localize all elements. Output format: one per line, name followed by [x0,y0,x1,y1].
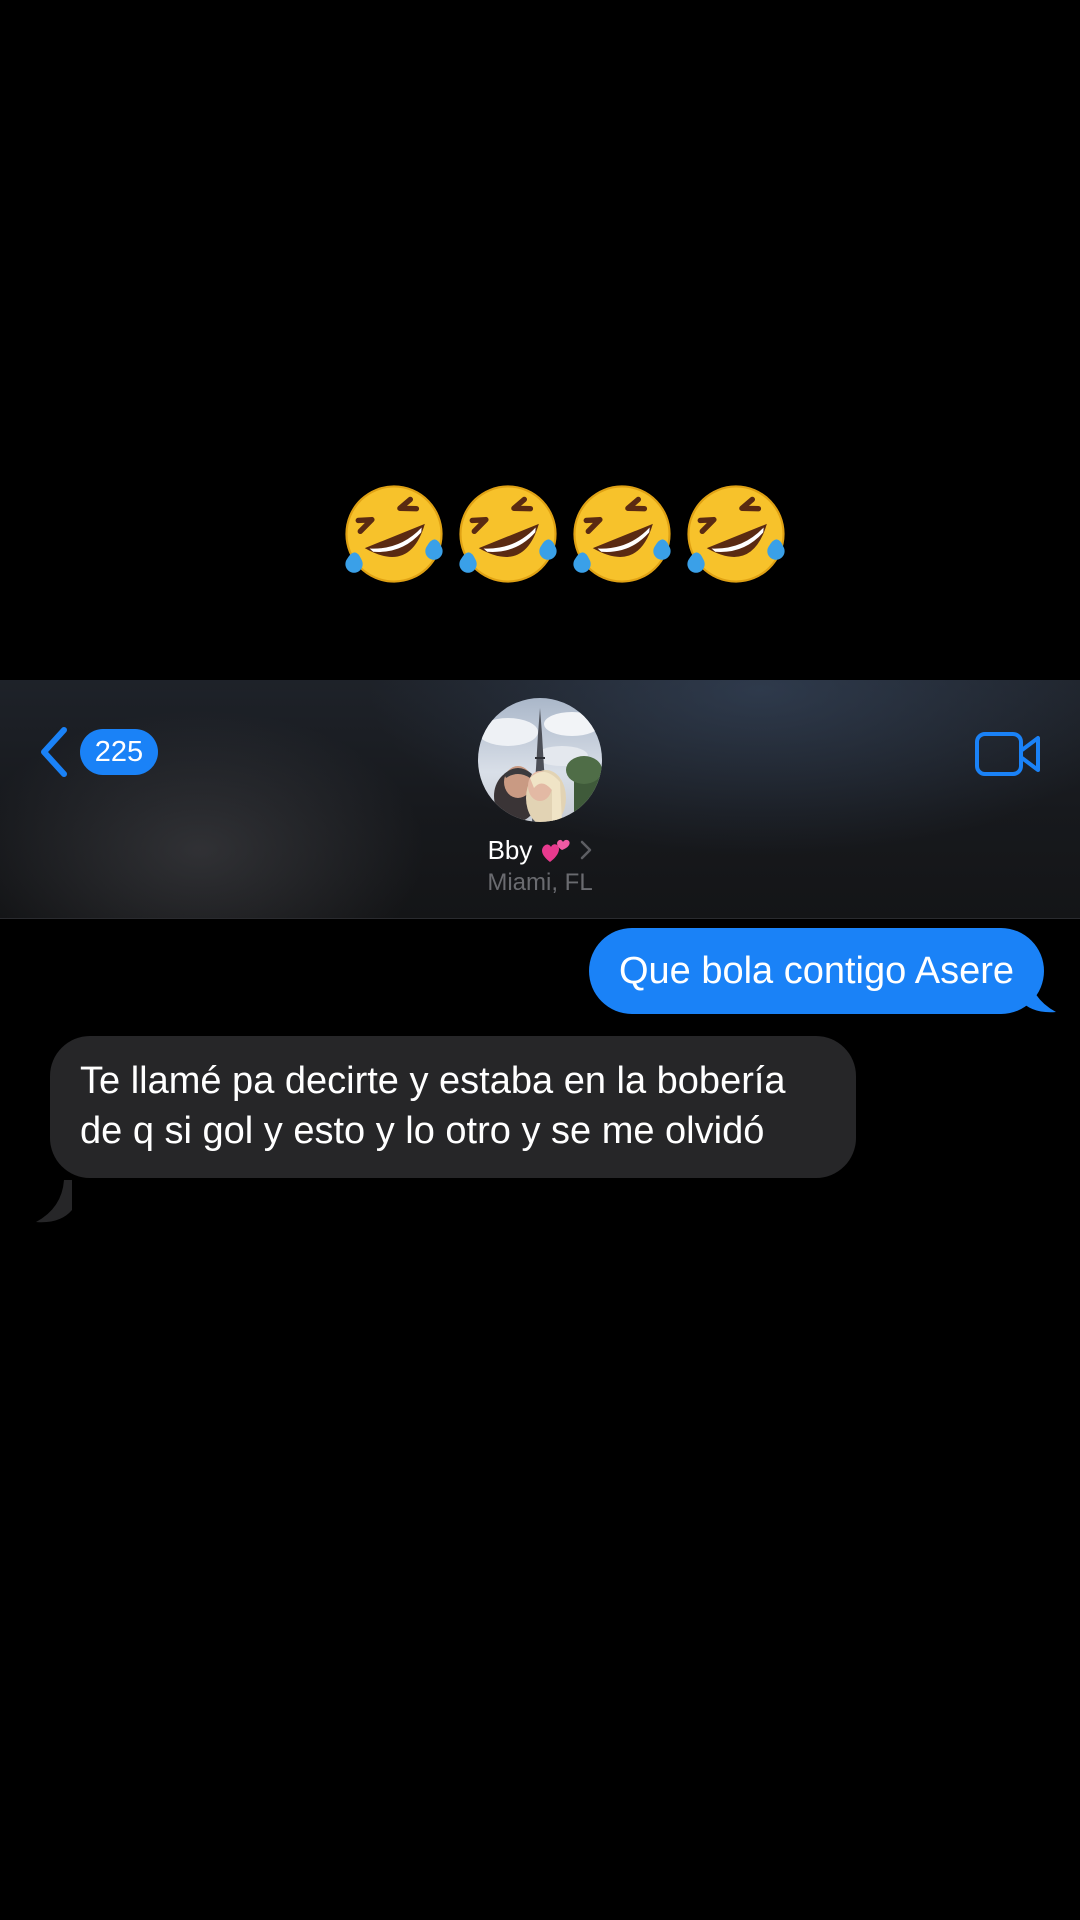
received-message-bubble[interactable]: Te llamé pa decirte y estaba en la bober… [50,1036,856,1178]
rolling-laughing-emoji-icon [459,485,557,583]
contact-info: Bby Miami, FL [0,698,1080,898]
received-bubble-tail [36,1180,72,1223]
rolling-laughing-emoji-icon [345,485,443,583]
emoji-caption [340,480,790,588]
sent-message-bubble[interactable]: Que bola contigo Asere [588,928,1044,1014]
chevron-right-icon [581,840,592,860]
conversation-header: 225 Bby Miami, FL [0,680,1080,919]
contact-name: Bby [487,835,533,865]
contact-avatar[interactable] [478,698,602,822]
video-camera-icon[interactable] [974,730,1042,778]
contact-name-row[interactable]: Bby [0,834,1080,866]
rolling-laughing-emoji-icon [573,485,671,583]
two-hearts-icon [542,839,571,862]
contact-location: Miami, FL [487,869,593,896]
rolling-laughing-emoji-icon [687,485,785,583]
